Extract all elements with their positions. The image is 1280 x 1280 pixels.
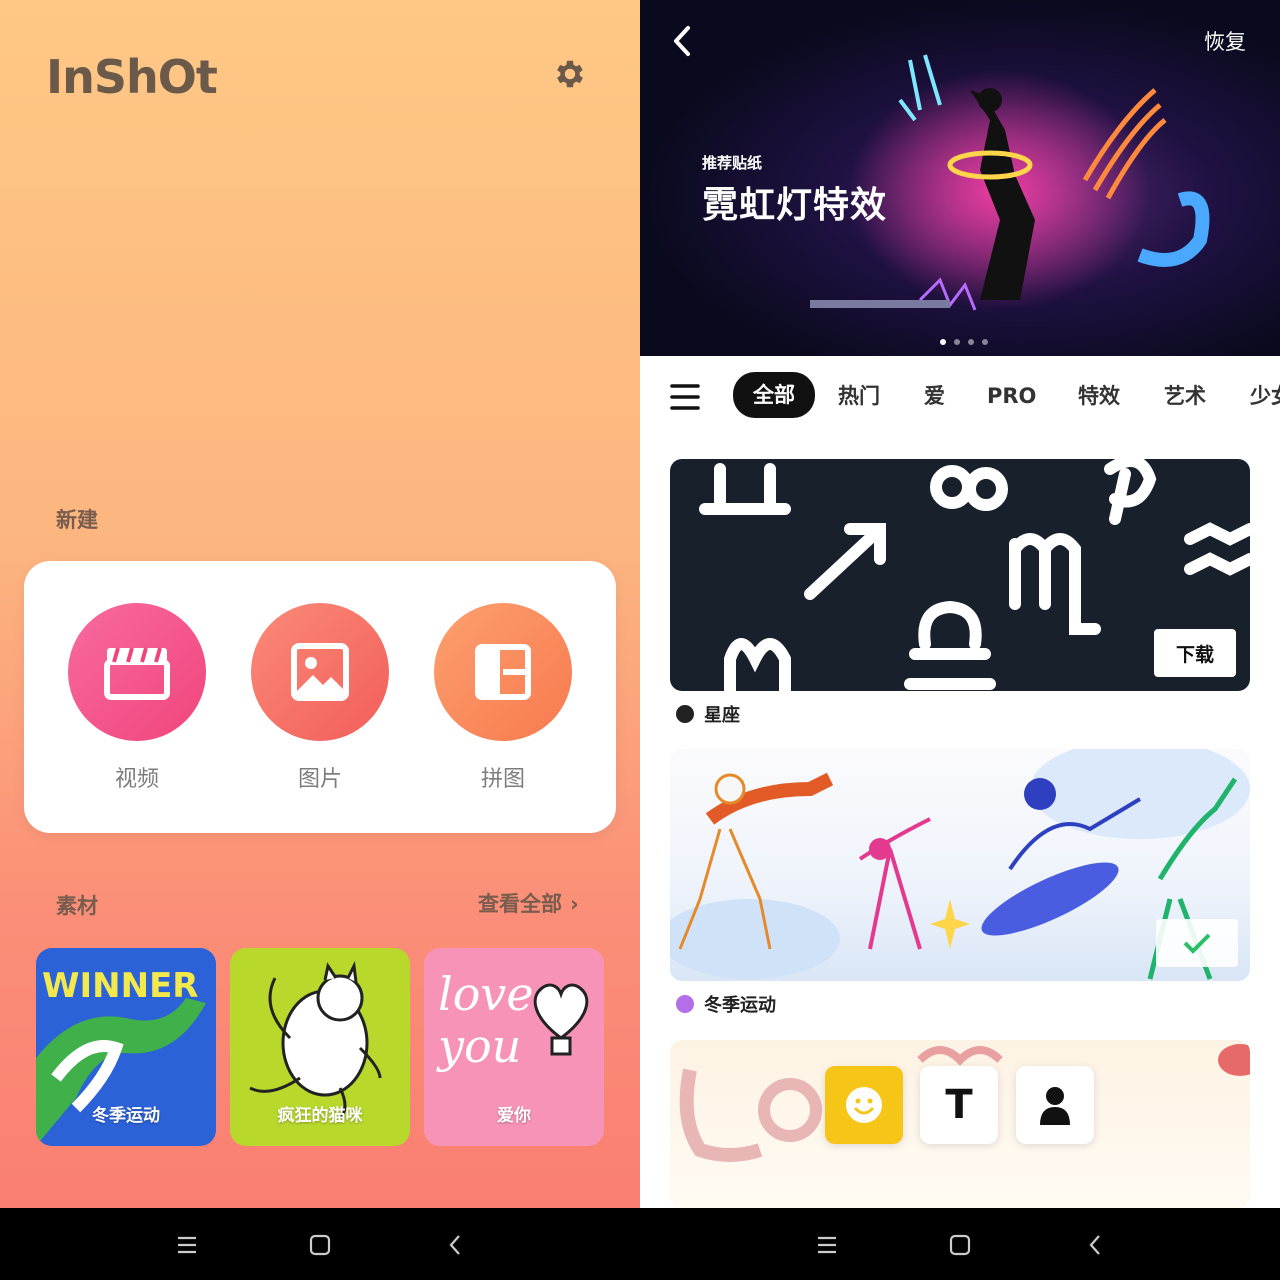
banner-subtitle: 推荐贴纸 [702,154,763,172]
lightbulb-heart-icon [533,983,589,1056]
new-image-label: 图片 [297,767,342,792]
material-thumb-crazy-cat[interactable]: 疯狂的猫咪 [230,948,410,1146]
back-chevron-icon[interactable] [1083,1232,1109,1258]
back-chevron-icon[interactable] [443,1232,469,1258]
smiley-icon [676,705,694,723]
home-square-icon[interactable] [307,1232,333,1258]
text-type-button[interactable]: T [920,1066,998,1144]
chevron-right-icon: › [570,892,579,916]
material-thumb-love-you[interactable]: love you 爱你 [424,948,604,1146]
tab-pro[interactable]: PRO [987,376,1036,416]
app-logo: InShOt [46,50,218,104]
carousel-dot [954,339,960,345]
zodiac-preview: 下载 [670,459,1250,691]
new-project-card: 视频 图片 拼图 [24,561,616,833]
home-square-icon[interactable] [947,1232,973,1258]
tab-girl[interactable]: 少女 [1250,376,1280,416]
tab-effects[interactable]: 特效 [1078,376,1120,416]
clapperboard-icon [68,603,206,741]
system-navbar-right [640,1208,1280,1280]
gear-icon[interactable] [552,56,588,92]
tab-hot[interactable]: 热门 [838,376,880,416]
sticker-store-screen: 恢复 推荐贴纸 霓虹灯特效 全部 热门 爱 PRO 特效 艺术 少女 [640,0,1280,1208]
hamburger-menu-icon[interactable] [670,382,700,412]
winter-sports-preview [670,749,1250,981]
material-thumb-label: 爱你 [497,1106,531,1126]
smiley-icon [676,995,694,1013]
tab-art[interactable]: 艺术 [1164,376,1206,416]
banner-title: 霓虹灯特效 [702,185,888,226]
new-collage-label: 拼图 [480,767,525,792]
text-icon: T [945,1082,973,1128]
smiley-icon [846,1087,882,1123]
new-image-button[interactable]: 图片 [250,603,390,793]
download-button[interactable]: 下载 [1154,629,1236,677]
carousel-dot [968,339,974,345]
pack-name-row: 星座 [670,701,1250,727]
sticker-pack-winter-sports[interactable]: 冬季运动 [670,749,1250,1017]
pack-name-row: 冬季运动 [670,991,1250,1017]
home-screen: InShOt 新建 视频 图片 拼图 素材 查看全部 › WINNER 冬季运动… [0,0,640,1208]
carousel-dots [940,339,988,345]
material-section-title: 素材 [56,894,98,918]
image-icon [251,603,389,741]
menu-icon[interactable] [174,1232,200,1258]
see-all-link[interactable]: 查看全部 › [478,888,579,918]
category-tabbar: 全部 热门 爱 PRO 特效 艺术 少女 [640,356,1280,438]
featured-banner[interactable]: 恢复 推荐贴纸 霓虹灯特效 [640,0,1280,356]
sticker-pack-zodiac[interactable]: 下载 星座 [670,459,1250,727]
material-thumb-label: 冬季运动 [92,1106,160,1126]
person-type-button[interactable] [1016,1066,1094,1144]
downloaded-check-icon [1156,919,1238,967]
person-icon [1040,1087,1070,1125]
back-arrow-icon[interactable] [668,24,698,58]
carousel-dot [940,339,946,345]
tab-all[interactable]: 全部 [733,372,815,418]
see-all-label: 查看全部 [478,892,562,916]
new-collage-button[interactable]: 拼图 [433,603,573,793]
material-thumb-winter-sports[interactable]: WINNER 冬季运动 [36,948,216,1146]
carousel-dot [982,339,988,345]
winner-text: WINNER [42,966,199,1006]
new-video-label: 视频 [114,767,159,792]
sticker-type-button[interactable] [825,1066,903,1144]
new-section-title: 新建 [56,508,98,532]
system-navbar-left [0,1208,640,1280]
collage-icon [434,603,572,741]
tab-love[interactable]: 爱 [924,376,945,416]
pack-name: 冬季运动 [704,995,776,1016]
menu-icon[interactable] [814,1232,840,1258]
material-thumb-label: 疯狂的猫咪 [277,1106,363,1126]
new-video-button[interactable]: 视频 [67,603,207,793]
pack-name: 星座 [704,705,740,726]
restore-button[interactable]: 恢复 [1204,26,1246,56]
